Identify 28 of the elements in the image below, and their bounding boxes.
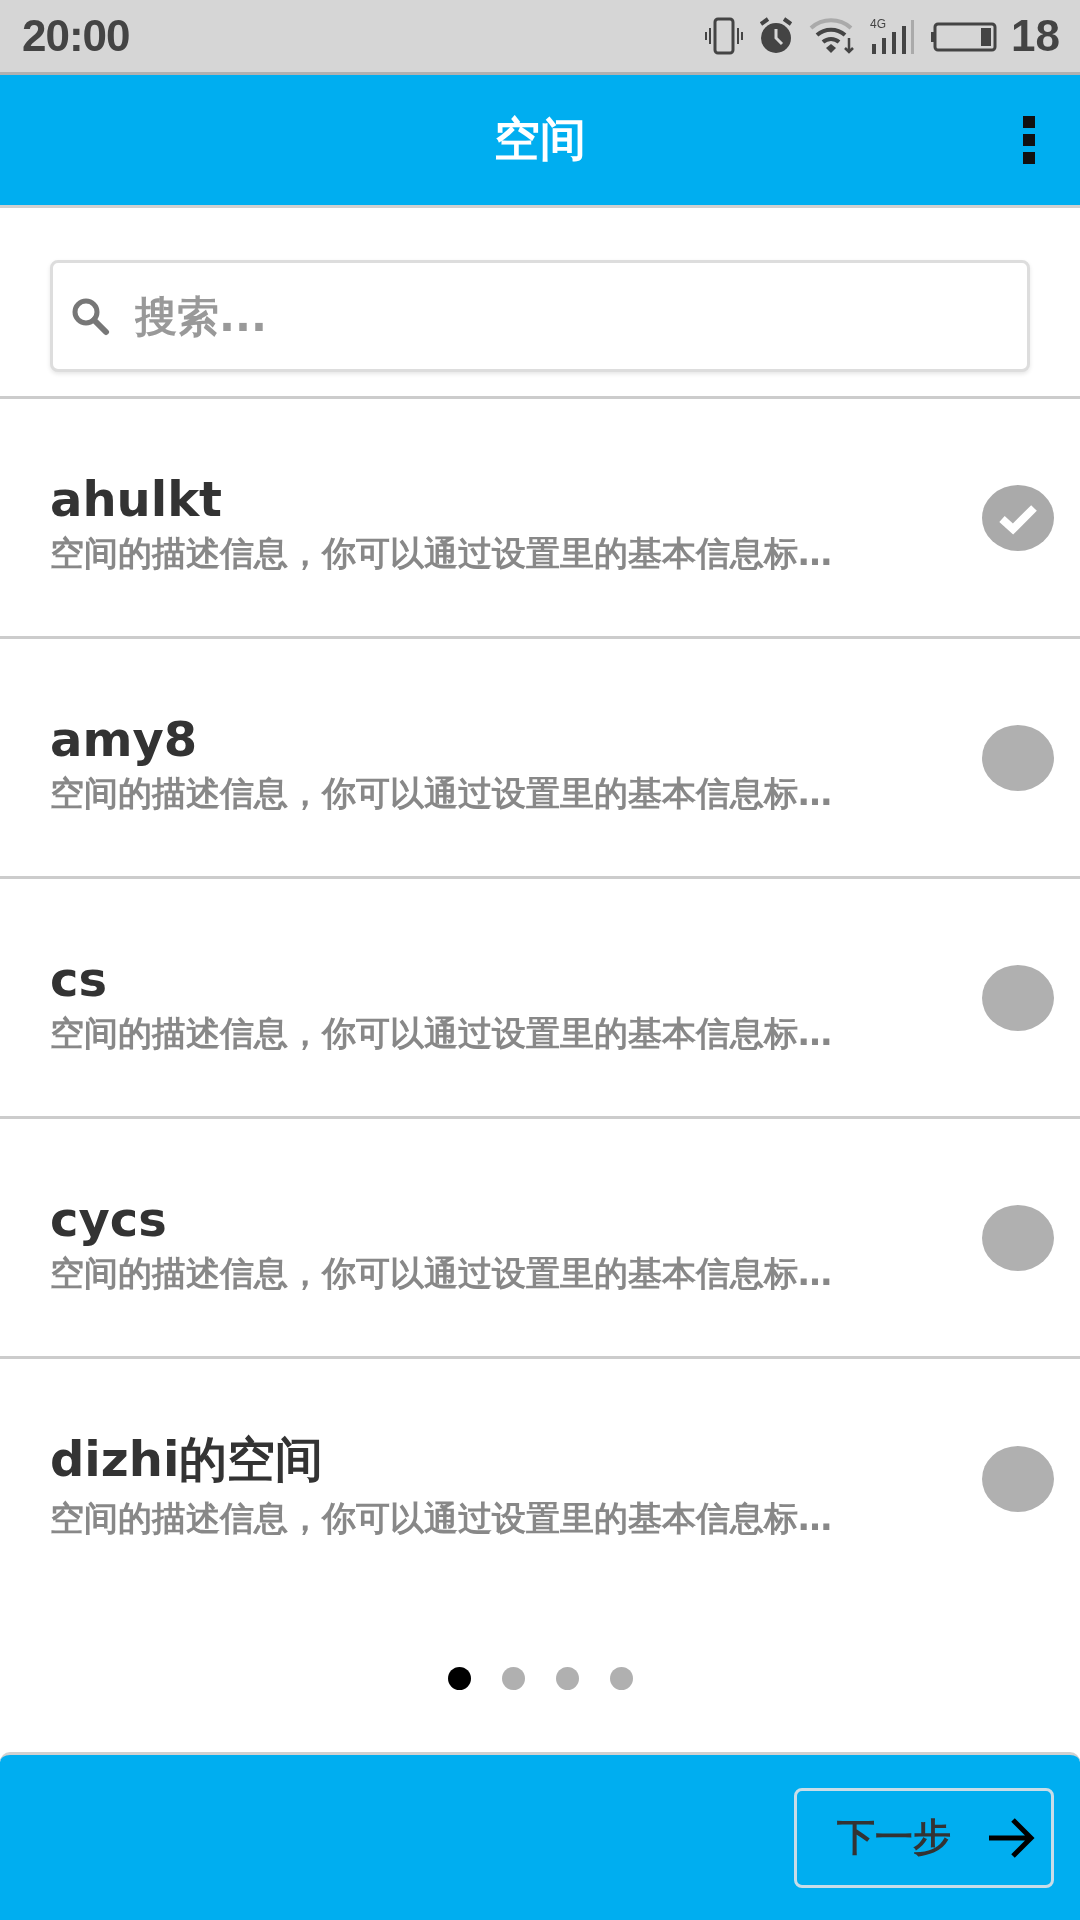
radio-circle-icon[interactable] [982,1446,1054,1512]
radio-circle-icon[interactable] [982,964,1054,1031]
space-name: cycs [50,1190,168,1247]
space-item[interactable]: amy8 空间的描述信息，你可以通过设置里的基本信息标… [0,639,1080,879]
space-description: 空间的描述信息，你可以通过设置里的基本信息标… [50,1011,832,1055]
space-item[interactable]: cycs 空间的描述信息，你可以通过设置里的基本信息标… [0,1119,1080,1359]
selected-check-icon[interactable] [982,484,1054,551]
battery-level: 18 [1011,11,1060,61]
page-title: 空间 [494,111,586,168]
arrow-right-icon [987,1815,1035,1860]
next-button[interactable]: 下一步 [794,1787,1054,1888]
radio-circle-icon[interactable] [982,1204,1054,1271]
status-time: 20:00 [22,11,130,61]
space-name: dizhi的空间 [50,1430,325,1489]
radio-circle-icon[interactable] [982,724,1054,791]
space-name: ahulkt [50,470,224,527]
space-item[interactable]: dizhi的空间 空间的描述信息，你可以通过设置里的基本信息标… [0,1359,1080,1599]
space-item[interactable]: cs 空间的描述信息，你可以通过设置里的基本信息标… [0,879,1080,1119]
space-description: 空间的描述信息，你可以通过设置里的基本信息标… [50,1497,832,1540]
space-description: 空间的描述信息，你可以通过设置里的基本信息标… [50,531,832,575]
space-description: 空间的描述信息，你可以通过设置里的基本信息标… [50,1251,832,1295]
more-options-icon[interactable] [1022,115,1036,165]
space-item[interactable]: ahulkt 空间的描述信息，你可以通过设置里的基本信息标… [0,399,1080,639]
vibrate-icon [705,16,744,56]
space-name: amy8 [50,710,199,767]
space-description: 空间的描述信息，你可以通过设置里的基本信息标… [50,771,832,815]
space-name: cs [50,950,109,1007]
wifi-icon [809,16,856,56]
